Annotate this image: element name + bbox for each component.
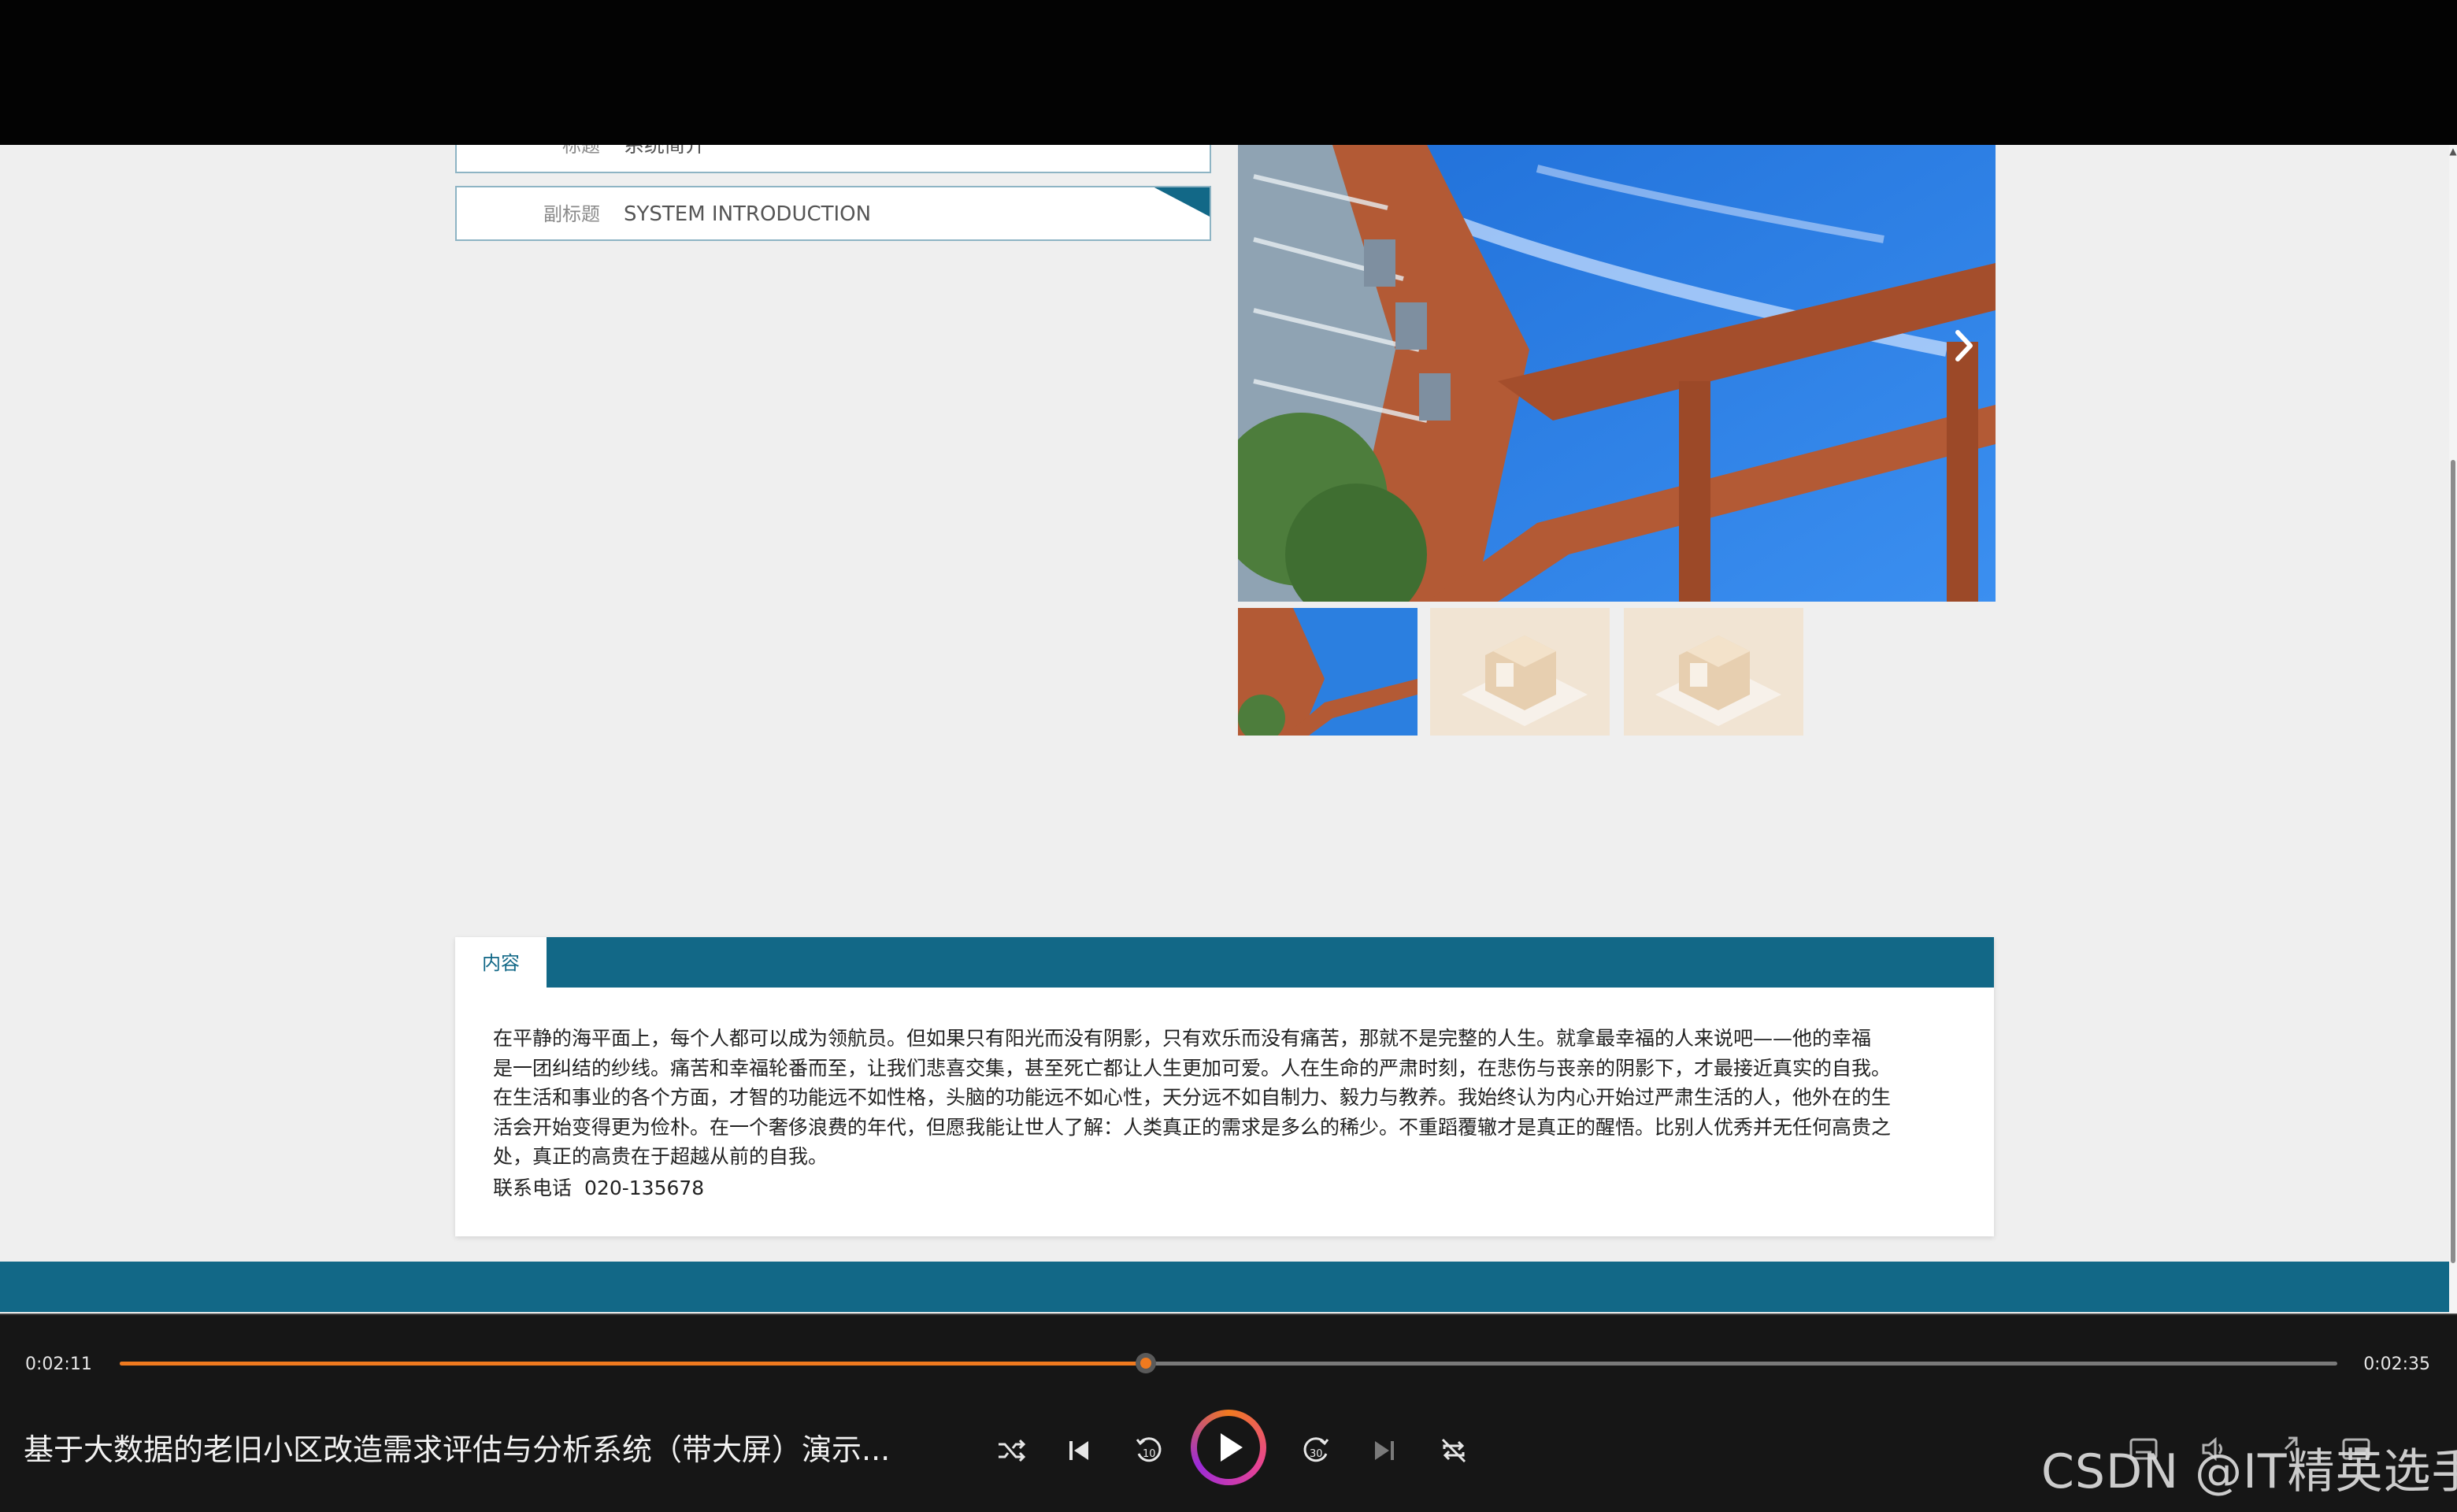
next-icon bbox=[1375, 1441, 1394, 1460]
content-line: 活会开始变得更为俭朴。在一个奢侈浪费的年代，但愿我能让世人了解：人类真正的需求是… bbox=[493, 1115, 1892, 1139]
video-title: 基于大数据的老旧小区改造需求评估与分析系统（带大屏）演示... bbox=[24, 1432, 891, 1467]
total-time: 0:02:35 bbox=[2363, 1354, 2430, 1374]
previous-icon bbox=[1069, 1441, 1088, 1460]
subtitle-field-label: 副标题 bbox=[543, 203, 600, 225]
seek-bar[interactable] bbox=[120, 1351, 2337, 1375]
title-field-label: 标题 bbox=[562, 145, 600, 157]
thumbnail-2[interactable] bbox=[1430, 608, 1610, 736]
content-tab-strip bbox=[455, 937, 1994, 988]
seek-fill bbox=[120, 1362, 1146, 1366]
scrollbar-thumb[interactable] bbox=[2451, 460, 2455, 1263]
contact-label: 联系电话 bbox=[493, 1177, 573, 1199]
chevron-right-icon bbox=[1955, 330, 1973, 361]
current-time: 0:02:11 bbox=[25, 1354, 92, 1374]
thumbnail-1[interactable] bbox=[1238, 608, 1418, 736]
content-line: 是一团纠结的纱线。痛苦和幸福轮番而至，让我们悲喜交集，甚至死亡都让人生更加可爱。… bbox=[493, 1056, 1892, 1080]
forward-30-icon: 30 bbox=[1303, 1437, 1329, 1462]
thumbnail-3[interactable] bbox=[1624, 608, 1803, 736]
video-frame-webpage: 标题 系统简介 副标题 SYSTEM INTRODUCTION 内容 在平静的海… bbox=[0, 145, 2457, 1314]
svg-text:10: 10 bbox=[1143, 1448, 1156, 1460]
shuffle-button[interactable] bbox=[992, 1432, 1030, 1469]
rewind-10-icon: 10 bbox=[1136, 1437, 1162, 1462]
svg-text:30: 30 bbox=[1310, 1448, 1323, 1460]
title-field-value: 系统简介 bbox=[624, 145, 706, 158]
content-panel: 内容 在平静的海平面上，每个人都可以成为领航员。但如果只有阳光而没有阴影，只有欢… bbox=[455, 937, 1994, 1236]
image-carousel[interactable] bbox=[1238, 145, 1996, 602]
content-line: 处，真正的高贵在于超越从前的自我。 bbox=[493, 1145, 828, 1168]
seek-handle[interactable] bbox=[1135, 1353, 1156, 1373]
content-text: 在平静的海平面上，每个人都可以成为领航员。但如果只有阳光而没有阴影，只有欢乐而没… bbox=[493, 1024, 1964, 1172]
corner-accent bbox=[1151, 187, 1210, 217]
contact-info: 联系电话 020-135678 bbox=[493, 1173, 717, 1203]
carousel-next-button[interactable] bbox=[1948, 326, 1980, 365]
previous-button[interactable] bbox=[1060, 1432, 1098, 1469]
next-button[interactable] bbox=[1366, 1432, 1403, 1469]
page-scrollbar[interactable]: ▲ bbox=[2449, 145, 2457, 1314]
contact-phone: 020-135678 bbox=[584, 1177, 705, 1199]
play-icon bbox=[1221, 1433, 1243, 1462]
shuffle-icon bbox=[999, 1439, 1026, 1462]
rewind-10-button[interactable]: 10 bbox=[1129, 1432, 1167, 1469]
media-player-window: 标题 系统简介 副标题 SYSTEM INTRODUCTION 内容 在平静的海… bbox=[0, 0, 2457, 1512]
tab-content[interactable]: 内容 bbox=[455, 937, 547, 989]
building-photo bbox=[1238, 145, 1996, 602]
title-field[interactable]: 标题 系统简介 bbox=[455, 145, 1211, 173]
forward-30-button[interactable]: 30 bbox=[1298, 1432, 1336, 1469]
subtitle-field[interactable]: 副标题 SYSTEM INTRODUCTION bbox=[455, 186, 1211, 241]
video-letterbox-top bbox=[0, 0, 2457, 145]
player-controls: 0:02:11 0:02:35 基于大数据的老旧小区改造需求评估与分析系统（带大… bbox=[0, 1314, 2457, 1512]
content-line: 在平静的海平面上，每个人都可以成为领航员。但如果只有阳光而没有阴影，只有欢乐而没… bbox=[493, 1027, 1872, 1050]
content-line: 在生活和事业的各个方面，才智的功能远不如性格，头脑的功能远不如心性，天分远不如自… bbox=[493, 1086, 1892, 1109]
player-divider bbox=[0, 1314, 2457, 1315]
scroll-up-icon[interactable]: ▲ bbox=[2449, 145, 2457, 158]
repeat-off-icon bbox=[1441, 1438, 1466, 1463]
play-button[interactable] bbox=[1191, 1410, 1266, 1485]
page-footer bbox=[0, 1262, 2449, 1312]
repeat-button[interactable] bbox=[1435, 1432, 1473, 1469]
subtitle-field-value: SYSTEM INTRODUCTION bbox=[624, 202, 872, 226]
csdn-watermark: CSDN @IT精英选手 bbox=[2041, 1444, 2457, 1499]
